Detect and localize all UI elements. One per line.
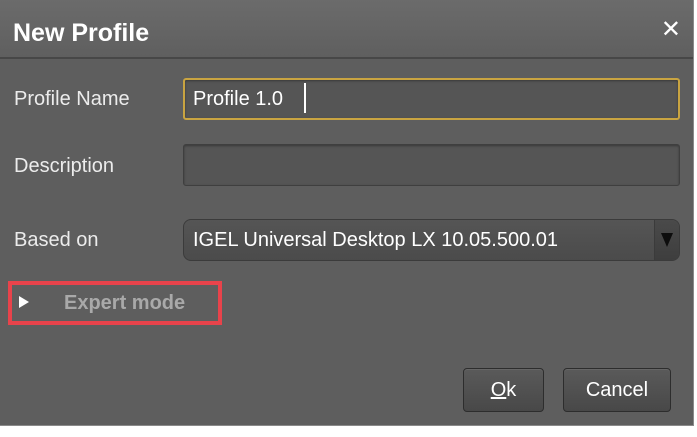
new-profile-dialog: New Profile ✕ Profile Name Description B… — [0, 0, 694, 426]
dialog-titlebar: New Profile ✕ — [0, 0, 693, 59]
ok-label-rest: k — [506, 379, 517, 401]
close-icon[interactable]: ✕ — [661, 18, 681, 42]
based-on-label: Based on — [14, 229, 99, 251]
expert-mode-toggle[interactable]: Expert mode — [8, 281, 222, 325]
triangle-right-icon[interactable] — [19, 296, 29, 308]
expert-mode-label[interactable]: Expert mode — [64, 292, 185, 315]
description-input[interactable] — [183, 144, 680, 186]
based-on-selected-value: IGEL Universal Desktop LX 10.05.500.01 — [193, 229, 559, 251]
based-on-select[interactable]: IGEL Universal Desktop LX 10.05.500.01 — [183, 219, 680, 261]
text-caret — [304, 83, 306, 113]
cancel-button[interactable]: Cancel — [563, 368, 671, 412]
ok-button[interactable]: Ok — [463, 368, 544, 412]
description-label: Description — [14, 155, 115, 177]
dialog-title: New Profile — [13, 19, 150, 47]
profile-name-label: Profile Name — [14, 88, 130, 110]
profile-name-input[interactable] — [183, 78, 680, 120]
ok-mnemonic: O — [490, 379, 507, 401]
chevron-down-icon[interactable] — [654, 220, 679, 260]
